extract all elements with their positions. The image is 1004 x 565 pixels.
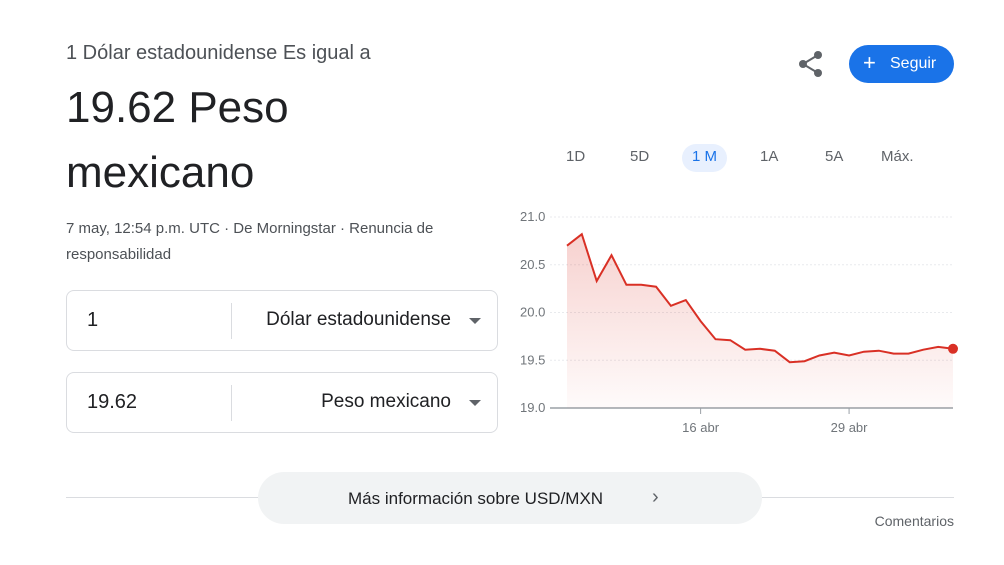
follow-label: Seguir bbox=[890, 55, 937, 72]
y-tick-label: 20.0 bbox=[520, 305, 545, 320]
price-chart[interactable]: 21.0 20.5 20.0 19.5 19.0 16 abr 29 abr bbox=[510, 200, 970, 445]
y-tick-label: 20.5 bbox=[520, 257, 545, 272]
to-currency-box: 19.62 Peso mexicano bbox=[66, 372, 498, 433]
range-tab[interactable]: 5A bbox=[825, 146, 843, 174]
meta-line2[interactable]: responsabilidad bbox=[66, 242, 486, 268]
feedback-link[interactable]: Comentarios bbox=[875, 513, 954, 529]
y-tick-label: 19.0 bbox=[520, 400, 545, 415]
chevron-down-icon[interactable] bbox=[469, 400, 481, 406]
meta-line1: 7 may, 12:54 p.m. UTC · De Morningstar ·… bbox=[66, 220, 434, 237]
range-tab[interactable]: 5D bbox=[630, 146, 649, 174]
y-tick-label: 19.5 bbox=[520, 352, 545, 367]
follow-button[interactable]: + Seguir bbox=[849, 45, 954, 83]
more-info-button[interactable]: Más información sobre USD/MXN › bbox=[258, 472, 762, 524]
from-currency-box: 1 Dólar estadounidense bbox=[66, 290, 498, 351]
rate-value-line1: 19.62 Peso bbox=[66, 83, 289, 132]
from-amount-input[interactable]: 1 bbox=[87, 309, 98, 332]
divider-left bbox=[66, 497, 258, 498]
from-currency-select[interactable]: Dólar estadounidense bbox=[266, 309, 451, 331]
to-currency-select[interactable]: Peso mexicano bbox=[321, 391, 451, 413]
input-separator bbox=[231, 385, 232, 421]
share-button[interactable] bbox=[796, 49, 826, 79]
source-meta: 7 may, 12:54 p.m. UTC · De Morningstar ·… bbox=[66, 216, 486, 268]
x-tick-label: 29 abr bbox=[831, 420, 869, 435]
chevron-down-icon[interactable] bbox=[469, 318, 481, 324]
chart-area-fill bbox=[567, 234, 953, 408]
to-amount-input[interactable]: 19.62 bbox=[87, 391, 137, 414]
rate-value-line2: mexicano bbox=[66, 148, 255, 197]
chevron-right-icon: › bbox=[652, 486, 659, 508]
subtitle: 1 Dólar estadounidense Es igual a bbox=[66, 42, 371, 64]
divider-right bbox=[762, 497, 954, 498]
y-tick-label: 21.0 bbox=[520, 209, 545, 224]
last-value-marker bbox=[948, 343, 958, 354]
input-separator bbox=[231, 303, 232, 339]
range-tab-active[interactable]: 1 M bbox=[682, 144, 728, 172]
x-tick-label: 16 abr bbox=[682, 420, 720, 435]
range-tab[interactable]: 1D bbox=[566, 146, 585, 174]
share-icon bbox=[799, 51, 822, 77]
more-info-label: Más información sobre USD/MXN bbox=[348, 489, 604, 508]
range-tab[interactable]: Máx. bbox=[881, 146, 914, 174]
range-tab[interactable]: 1A bbox=[760, 146, 778, 174]
plus-icon: + bbox=[863, 50, 876, 75]
